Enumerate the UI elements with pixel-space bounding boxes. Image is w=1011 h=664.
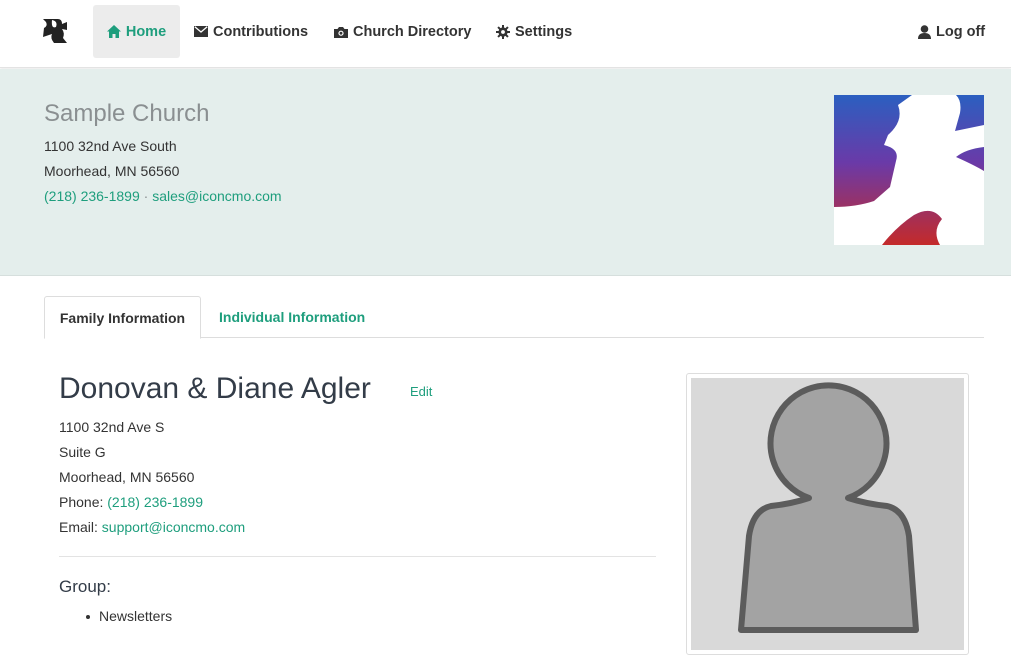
family-phone: Phone: (218) 236-1899 (59, 494, 203, 510)
family-email-link[interactable]: support@iconcmo.com (102, 519, 245, 535)
camera-icon (334, 26, 348, 38)
family-email: Email: support@iconcmo.com (59, 519, 245, 535)
user-icon (918, 24, 931, 39)
church-email-link[interactable]: sales@iconcmo.com (152, 188, 281, 204)
nav-home-label: Home (125, 23, 167, 40)
nav-church-directory[interactable]: Church Directory (334, 5, 471, 58)
edit-family-link[interactable]: Edit (410, 384, 432, 399)
photo-placeholder (691, 378, 964, 650)
home-icon (106, 25, 121, 38)
tab-family-information[interactable]: Family Information (44, 296, 201, 339)
family-phone-link[interactable]: (218) 236-1899 (107, 494, 203, 510)
family-address-line2: Suite G (59, 444, 106, 460)
nav-log-off-label: Log off (936, 23, 986, 40)
email-label: Email: (59, 519, 98, 535)
list-item: Newsletters (85, 608, 173, 624)
avatar-placeholder-icon (738, 382, 919, 633)
group-list: Newsletters (85, 608, 173, 624)
nav-settings[interactable]: Settings (496, 5, 572, 58)
nav-contributions-label: Contributions (213, 23, 309, 40)
top-navbar: Home Contributions Church Directory Sett… (0, 0, 1011, 68)
group-heading: Group: (59, 577, 111, 596)
family-photo (686, 373, 969, 655)
brand-logo-icon[interactable] (40, 16, 70, 46)
section-divider (59, 556, 656, 557)
church-contact: (218) 236-1899 · sales@iconcmo.com (44, 188, 282, 204)
church-address-line1: 1100 32nd Ave South (44, 138, 177, 154)
church-address-line2: Moorhead, MN 56560 (44, 163, 180, 179)
family-address-line1: 1100 32nd Ave S (59, 419, 165, 435)
church-header: Sample Church 1100 32nd Ave South Moorhe… (0, 69, 1011, 276)
church-phone-link[interactable]: (218) 236-1899 (44, 188, 140, 204)
family-address-line3: Moorhead, MN 56560 (59, 469, 195, 485)
nav-settings-label: Settings (515, 23, 573, 40)
church-name: Sample Church (44, 100, 210, 127)
nav-home[interactable]: Home (93, 5, 180, 58)
contact-separator: · (143, 188, 149, 204)
envelope-icon (194, 26, 208, 37)
info-tabs: Family Information Individual Informatio… (44, 296, 984, 339)
church-logo-image (834, 95, 984, 245)
tab-individual-information[interactable]: Individual Information (219, 296, 365, 338)
nav-contributions[interactable]: Contributions (194, 5, 308, 58)
phone-label: Phone: (59, 494, 104, 510)
gear-icon (496, 24, 510, 39)
family-name-heading: Donovan & Diane Agler (59, 372, 371, 405)
nav-log-off[interactable]: Log off (918, 5, 985, 58)
nav-church-directory-label: Church Directory (353, 23, 472, 40)
